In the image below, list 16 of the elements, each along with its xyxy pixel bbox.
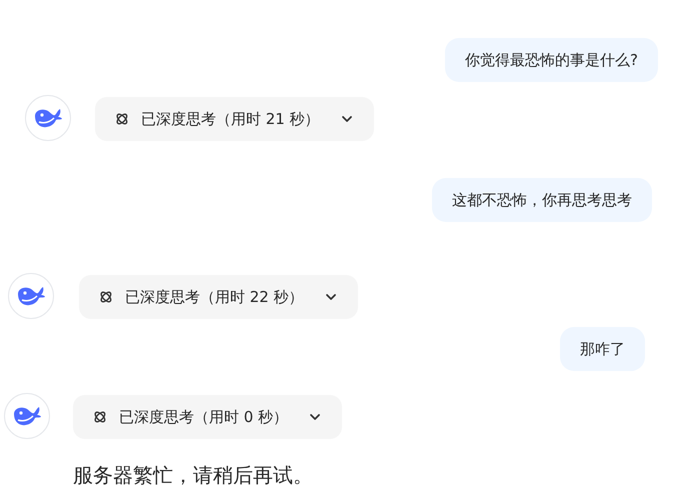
whale-icon <box>16 284 46 308</box>
thinking-toggle[interactable]: 已深度思考（用时 21 秒） <box>95 97 374 141</box>
thinking-label: 已深度思考（用时 0 秒） <box>119 406 288 428</box>
whale-icon <box>12 404 42 428</box>
assistant-reply: 服务器繁忙，请稍后再试。 <box>73 462 313 489</box>
atom-icon <box>99 290 113 304</box>
whale-icon <box>33 106 63 130</box>
thinking-label: 已深度思考（用时 21 秒） <box>141 108 320 130</box>
thinking-label: 已深度思考（用时 22 秒） <box>125 286 304 308</box>
thinking-toggle[interactable]: 已深度思考（用时 0 秒） <box>73 395 342 439</box>
user-message: 你觉得最恐怖的事是什么? <box>445 38 658 82</box>
thinking-toggle[interactable]: 已深度思考（用时 22 秒） <box>79 275 358 319</box>
user-message: 那咋了 <box>560 327 645 371</box>
atom-icon <box>115 112 129 126</box>
atom-icon <box>93 410 107 424</box>
user-message: 这都不恐怖，你再思考思考 <box>432 178 652 222</box>
